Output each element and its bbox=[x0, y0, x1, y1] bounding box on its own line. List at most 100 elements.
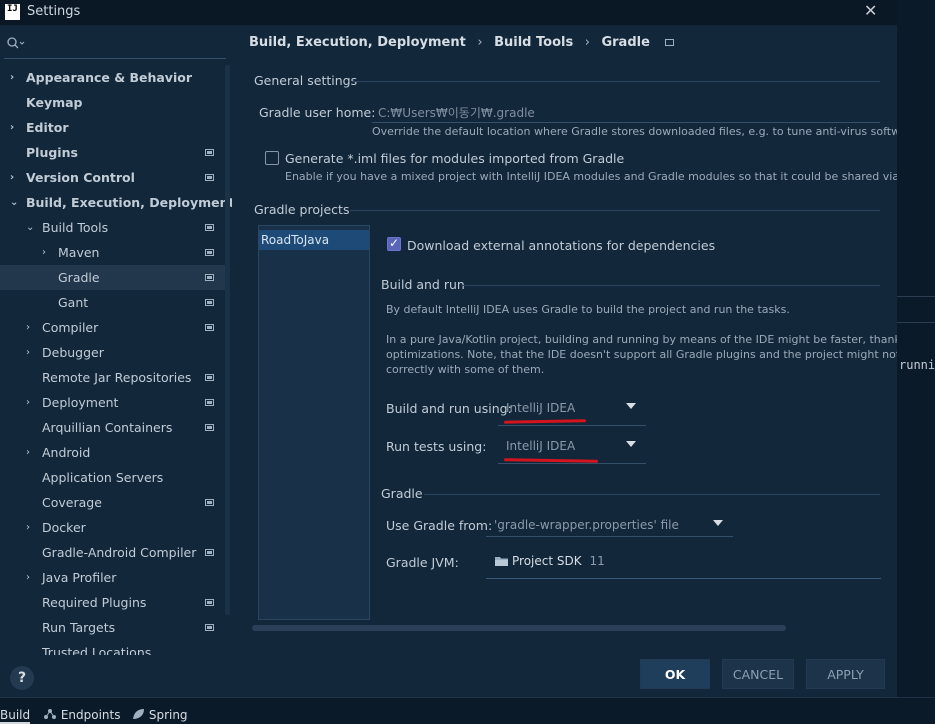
sidebar-item-application-servers[interactable]: Application Servers bbox=[0, 465, 228, 490]
gradle-user-home-label: Gradle user home: bbox=[259, 105, 376, 120]
apply-button[interactable]: APPLY bbox=[806, 659, 885, 689]
sidebar-item-label: Debugger bbox=[42, 345, 104, 360]
sidebar-item-label: Maven bbox=[58, 245, 100, 260]
gradle-jvm-label: Gradle JVM: bbox=[386, 555, 459, 570]
download-annotations-label: Download external annotations for depend… bbox=[407, 238, 716, 253]
window-title: Settings bbox=[27, 4, 81, 19]
project-scope-icon bbox=[205, 324, 214, 331]
chevron-right-icon[interactable]: › bbox=[10, 65, 14, 90]
search-input[interactable] bbox=[4, 35, 226, 59]
build-and-run-using-value: IntelliJ IDEA bbox=[506, 401, 576, 415]
sidebar-item-label: Build Tools bbox=[42, 220, 109, 235]
sidebar-item-keymap[interactable]: Keymap bbox=[0, 90, 228, 115]
console-text: running bbox=[899, 358, 935, 372]
project-scope-icon bbox=[665, 39, 675, 46]
sidebar-item-build-tools[interactable]: ⌄ Build Tools bbox=[0, 215, 228, 240]
build-and-run-using-label: Build and run using: bbox=[386, 401, 512, 416]
horizontal-scrollbar[interactable] bbox=[252, 625, 786, 631]
sidebar-item-editor[interactable]: › Editor bbox=[0, 115, 228, 140]
sidebar-item-plugins[interactable]: Plugins bbox=[0, 140, 228, 165]
sidebar-item-label: Application Servers bbox=[42, 470, 164, 485]
chevron-right-icon[interactable]: › bbox=[10, 115, 14, 140]
chevron-right-icon[interactable]: › bbox=[26, 440, 30, 465]
sidebar-item-compiler[interactable]: › Compiler bbox=[0, 315, 228, 340]
project-scope-icon bbox=[205, 299, 214, 306]
tool-tab-endpoints[interactable]: Endpoints bbox=[43, 708, 121, 722]
gradle-jvm-select[interactable]: Project SDK 11 bbox=[486, 551, 881, 579]
project-scope-icon bbox=[205, 499, 214, 506]
sidebar-item-remote-jar-repositories[interactable]: Remote Jar Repositories bbox=[0, 365, 228, 390]
sidebar-item-deployment[interactable]: › Deployment bbox=[0, 390, 228, 415]
sidebar-item-java-profiler[interactable]: › Java Profiler bbox=[0, 565, 228, 590]
tool-tab-label: Build bbox=[0, 708, 31, 722]
tool-tab-build[interactable]: Build bbox=[0, 708, 31, 724]
intellij-logo-icon: IJ bbox=[5, 4, 20, 20]
tool-tab-spring[interactable]: Spring bbox=[132, 708, 188, 722]
folder-icon bbox=[495, 557, 508, 566]
chevron-right-icon[interactable]: › bbox=[26, 390, 30, 415]
sidebar-item-build-execution-deployment[interactable]: ⌄ Build, Execution, Deployment bbox=[0, 190, 232, 215]
chevron-right-icon[interactable]: › bbox=[26, 565, 30, 590]
chevron-down-icon[interactable]: ⌄ bbox=[10, 190, 18, 215]
sidebar-item-label: Keymap bbox=[26, 95, 83, 110]
sidebar-item-coverage[interactable]: Coverage bbox=[0, 490, 228, 515]
chevron-right-icon[interactable]: › bbox=[26, 340, 30, 365]
chevron-right-icon[interactable]: › bbox=[42, 240, 46, 265]
project-scope-icon bbox=[205, 149, 214, 156]
sidebar-item-gant[interactable]: Gant bbox=[0, 290, 228, 315]
sidebar-item-gradle-android-compiler[interactable]: Gradle-Android Compiler bbox=[0, 540, 228, 565]
sidebar-item-label: Arquillian Containers bbox=[42, 420, 173, 435]
general-settings-title: General settings bbox=[254, 73, 358, 88]
gradle-projects-title: Gradle projects bbox=[254, 202, 350, 217]
sidebar-item-run-targets[interactable]: Run Targets bbox=[0, 615, 228, 640]
sidebar-item-label: Deployment bbox=[42, 395, 119, 410]
settings-sidebar: › Appearance & Behavior Keymap › Editor Plugi… bbox=[0, 25, 232, 655]
cancel-button[interactable]: CANCEL bbox=[722, 659, 794, 689]
chevron-right-icon[interactable]: › bbox=[26, 315, 30, 340]
sidebar-scrollbar[interactable] bbox=[225, 65, 230, 615]
help-button[interactable]: ? bbox=[10, 666, 34, 690]
sidebar-item-label: Build, Execution, Deployment bbox=[26, 195, 232, 210]
gradle-user-home-field[interactable]: C:₩Users₩이동기₩.gradle bbox=[372, 101, 880, 123]
project-scope-icon bbox=[205, 399, 214, 406]
generate-iml-checkbox[interactable] bbox=[265, 151, 279, 165]
sidebar-item-arquillian-containers[interactable]: Arquillian Containers bbox=[0, 415, 228, 440]
project-item-roadtojava[interactable]: RoadToJava bbox=[259, 230, 369, 250]
divider bbox=[897, 322, 935, 323]
separator bbox=[462, 285, 880, 286]
sidebar-item-label: Editor bbox=[26, 120, 69, 135]
sidebar-item-appearance-behavior[interactable]: › Appearance & Behavior bbox=[0, 65, 228, 90]
build-run-description: correctly with some of them. bbox=[386, 363, 545, 376]
breadcrumb-separator: › bbox=[477, 35, 483, 50]
sidebar-item-required-plugins[interactable]: Required Plugins bbox=[0, 590, 228, 615]
breadcrumb-item[interactable]: Build Tools bbox=[494, 35, 573, 50]
download-annotations-checkbox[interactable] bbox=[387, 236, 401, 251]
gradle-jvm-version: 11 bbox=[589, 554, 605, 568]
sidebar-item-label: Run Targets bbox=[42, 620, 116, 635]
sidebar-item-label: Gradle-Android Compiler bbox=[42, 545, 197, 560]
use-gradle-from-select[interactable]: 'gradle-wrapper.properties' file bbox=[486, 515, 733, 537]
sidebar-item-docker[interactable]: › Docker bbox=[0, 515, 228, 540]
ok-button[interactable]: OK bbox=[640, 659, 710, 689]
sidebar-item-debugger[interactable]: › Debugger bbox=[0, 340, 228, 365]
sidebar-item-label: Appearance & Behavior bbox=[26, 70, 192, 85]
sidebar-item-label: Android bbox=[42, 445, 91, 460]
sidebar-item-label: Compiler bbox=[42, 320, 99, 335]
sidebar-item-gradle[interactable]: Gradle bbox=[0, 265, 228, 290]
sidebar-item-trusted-locations[interactable]: Trusted Locations bbox=[0, 640, 228, 655]
chevron-right-icon[interactable]: › bbox=[10, 165, 14, 190]
sidebar-item-android[interactable]: › Android bbox=[0, 440, 228, 465]
breadcrumb: Build, Execution, Deployment › Build Too… bbox=[249, 35, 681, 50]
sidebar-item-version-control[interactable]: › Version Control bbox=[0, 165, 228, 190]
chevron-down-icon[interactable]: ⌄ bbox=[26, 215, 34, 240]
sidebar-item-maven[interactable]: › Maven bbox=[0, 240, 228, 265]
spring-leaf-icon bbox=[133, 709, 144, 719]
chevron-right-icon[interactable]: › bbox=[26, 515, 30, 540]
gradle-settings-panel: Build, Execution, Deployment › Build Too… bbox=[232, 25, 897, 655]
breadcrumb-item[interactable]: Build, Execution, Deployment bbox=[249, 35, 466, 50]
run-tests-using-value: IntelliJ IDEA bbox=[506, 439, 576, 453]
separator bbox=[350, 210, 880, 211]
gradle-projects-list: RoadToJava bbox=[258, 225, 370, 620]
close-icon[interactable]: ✕ bbox=[864, 1, 877, 20]
divider bbox=[897, 296, 935, 297]
